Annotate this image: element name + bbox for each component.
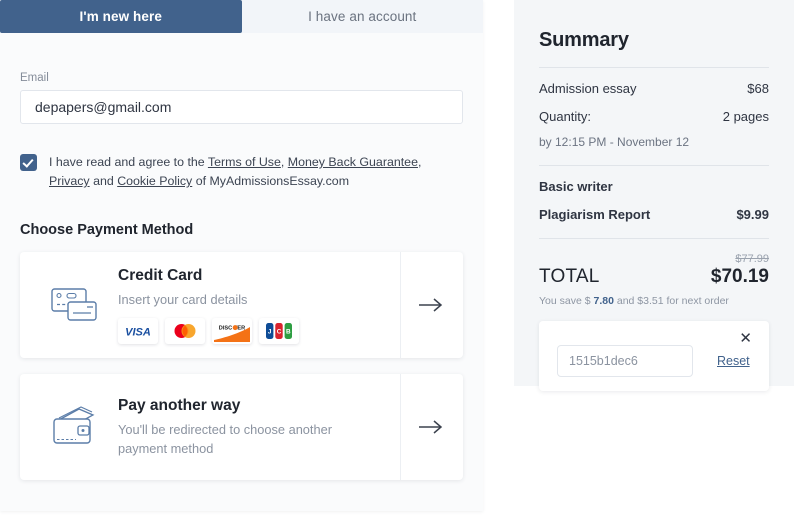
summary-row-label: Admission essay [539,81,637,96]
payment-method-credit-card[interactable]: Credit Card Insert your card details VIS… [20,252,463,358]
original-price: $77.99 [735,253,769,265]
mastercard-logo-icon [165,317,205,344]
agreement-sep-1: , [280,155,288,169]
credit-cards-icon [42,283,106,327]
total-row: TOTAL $77.99 $70.19 [539,253,769,288]
savings-note: You save $ 7.80 and $3.51 for next order [539,295,769,307]
arrow-right-icon [419,420,443,434]
summary-row-value: $9.99 [736,207,769,222]
credit-card-title: Credit Card [118,266,203,284]
summary-divider-top [539,67,769,68]
credit-card-text-block: Credit Card Insert your card details VIS… [118,267,299,344]
svg-text:VISA: VISA [125,326,151,338]
savings-tail: and $3.51 for next order [613,295,729,307]
credit-card-arrow-button[interactable] [400,252,463,358]
svg-text:B: B [286,328,291,335]
payment-method-pay-another-way[interactable]: Pay another way You'll be redirected to … [20,374,463,480]
summary-divider-total [539,238,769,239]
agreement-checkbox[interactable] [20,154,37,171]
jcb-logo-icon: J C B [259,317,299,344]
signup-form: Email I have read and agree to the Terms… [0,72,483,480]
discover-logo-icon: DISC VER [212,317,252,344]
email-input[interactable] [20,90,463,124]
svg-text:C: C [277,328,282,335]
agreement-text: I have read and agree to the Terms of Us… [49,153,463,191]
pay-another-way-arrow-button[interactable] [400,374,463,480]
savings-amount: 7.80 [593,295,614,307]
summary-row-value: $68 [747,81,769,96]
agreement-and: and [89,174,118,188]
checkout-left-panel: I'm new here I have an account Email I h… [0,0,483,511]
svg-text:DISC VER: DISC VER [219,325,245,331]
order-summary-panel: Summary Admission essay $68 Quantity: 2 … [514,0,794,391]
summary-row-label: Quantity: [539,109,592,124]
privacy-link[interactable]: Privacy [49,174,90,188]
pay-another-way-subtitle: You'll be redirected to choose another p… [118,421,332,456]
payment-method-pay-another-way-body: Pay another way You'll be redirected to … [20,374,400,480]
savings-lead: You save $ [539,295,594,307]
accepted-card-logos: VISA DISC VER J C B [118,317,299,344]
agreement-lead: I have read and agree to the [49,155,208,169]
tab-i-have-an-account[interactable]: I have an account [241,0,483,33]
summary-row-label: Basic writer [539,179,613,194]
money-back-guarantee-link[interactable]: Money Back Guarantee [288,155,418,169]
summary-title: Summary [539,29,629,51]
visa-logo-icon: VISA [118,317,158,344]
summary-row-plagiarism-report: Plagiarism Report $9.99 [539,207,769,222]
promo-code-input[interactable] [557,345,693,377]
summary-row-basic-writer: Basic writer [539,179,769,194]
total-label: TOTAL [539,266,600,287]
email-label: Email [20,72,49,84]
agreement-sep-2: , [417,155,422,169]
wallet-icon [42,404,106,450]
summary-deadline: by 12:15 PM - November 12 [539,135,690,149]
total-price: $70.19 [710,266,769,287]
agreement-tail: of MyAdmissionsEssay.com [192,174,350,188]
agreement-row: I have read and agree to the Terms of Us… [20,153,463,191]
arrow-right-icon [419,298,443,312]
pay-another-way-text-block: Pay another way You'll be redirected to … [118,397,358,458]
summary-row-quantity: Quantity: 2 pages [539,109,769,124]
pay-another-way-title: Pay another way [118,396,241,414]
total-price-block: $77.99 $70.19 [711,253,769,288]
svg-text:J: J [268,328,272,335]
cookie-policy-link[interactable]: Cookie Policy [117,174,192,188]
close-icon[interactable]: ✕ [739,331,752,346]
promo-code-box: ✕ Reset [539,321,769,391]
summary-row-label: Plagiarism Report [539,207,651,222]
choose-payment-method-title: Choose Payment Method [20,222,194,238]
summary-divider-mid [539,165,769,166]
credit-card-subtitle: Insert your card details [118,291,248,307]
total-block: TOTAL $77.99 $70.19 You save $ 7.80 and … [539,253,769,307]
terms-of-use-link[interactable]: Terms of Use [208,155,281,169]
tab-i-have-an-account-label: I have an account [308,9,417,24]
summary-row-value: 2 pages [722,109,769,124]
promo-reset-link[interactable]: Reset [717,354,750,368]
account-tabs: I'm new here I have an account [0,0,483,33]
summary-row-admission-essay: Admission essay $68 [539,81,769,96]
payment-method-credit-card-body: Credit Card Insert your card details VIS… [20,252,400,358]
tab-im-new-here[interactable]: I'm new here [0,0,242,33]
tab-im-new-here-label: I'm new here [79,9,162,24]
